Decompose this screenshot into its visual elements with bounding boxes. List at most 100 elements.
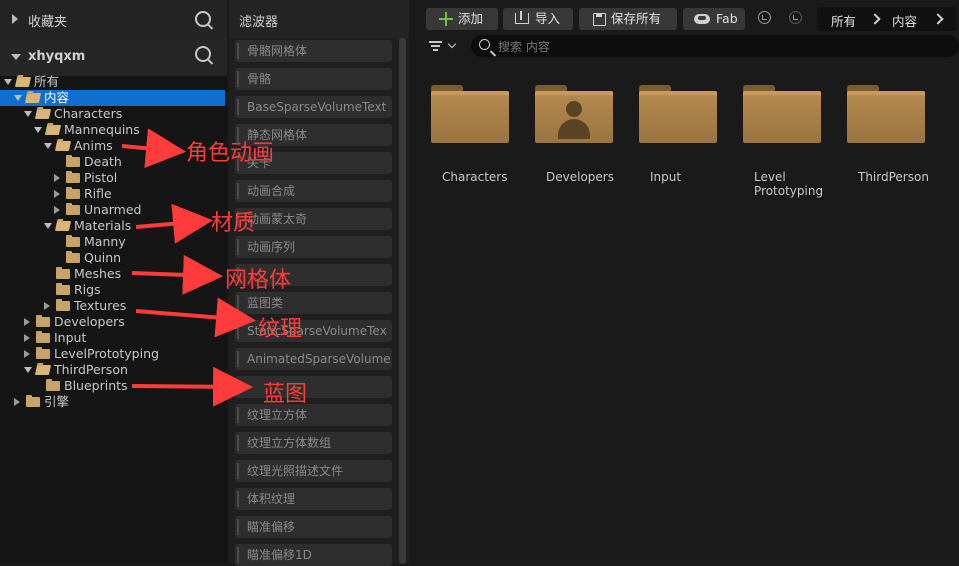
tree-item-label: Blueprints xyxy=(64,378,128,393)
expand-arrow-icon[interactable] xyxy=(24,318,30,326)
filter-item[interactable]: 体积纹理 xyxy=(235,488,392,510)
tree-item-label: Manny xyxy=(84,234,126,249)
fab-button[interactable]: Fab xyxy=(683,8,745,30)
folder-tile[interactable] xyxy=(431,85,509,143)
forward-arrow-icon[interactable] xyxy=(789,11,802,24)
tree-item-label: Death xyxy=(84,154,122,169)
tree-item-label: Input xyxy=(54,330,87,345)
tree-item[interactable]: Meshes xyxy=(0,266,227,282)
collapse-arrow-icon[interactable] xyxy=(44,143,52,149)
tree-item[interactable]: 所有 xyxy=(0,74,227,90)
expand-arrow-icon[interactable] xyxy=(12,14,18,24)
tree-item[interactable]: Characters xyxy=(0,106,227,122)
filter-header: 滤波器 xyxy=(229,0,409,38)
folder-icon xyxy=(24,93,42,103)
tree-item-label: Pistol xyxy=(84,170,118,185)
breadcrumb-item[interactable]: 内容 xyxy=(892,11,917,30)
import-button[interactable]: 导入 xyxy=(503,8,573,30)
tree-item[interactable]: Materials xyxy=(0,218,227,234)
expand-arrow-icon[interactable] xyxy=(24,350,30,358)
folder-icon xyxy=(66,187,80,199)
filter-item[interactable]: 瞄准偏移 xyxy=(235,516,392,538)
filter-item[interactable]: 瞄准偏移1D xyxy=(235,544,392,566)
collapse-arrow-icon[interactable] xyxy=(24,111,32,117)
search-icon[interactable] xyxy=(195,46,211,62)
filter-item[interactable]: 纹理立方体 xyxy=(235,404,392,426)
filter-item[interactable]: AnimatedSparseVolume xyxy=(235,348,392,370)
folder-tile[interactable] xyxy=(639,85,717,143)
tree-item[interactable]: Textures xyxy=(0,298,227,314)
collapse-arrow-icon[interactable] xyxy=(14,95,22,101)
tree-item-label: ThirdPerson xyxy=(54,362,128,377)
folder-icon xyxy=(36,347,50,359)
filter-item[interactable]: 动画序列 xyxy=(235,236,392,258)
back-arrow-icon[interactable] xyxy=(758,11,771,24)
tree-item[interactable]: Input xyxy=(0,330,227,346)
expand-arrow-icon[interactable] xyxy=(24,334,30,342)
add-button[interactable]: 添加 xyxy=(426,8,498,30)
filter-item[interactable]: 纹理立方体数组 xyxy=(235,432,392,454)
tree-item-label: Characters xyxy=(54,106,123,121)
tree-item-label: Materials xyxy=(74,218,132,233)
folder-icon xyxy=(66,251,80,263)
tree-item[interactable]: Manny xyxy=(0,234,227,250)
collapse-arrow-icon[interactable] xyxy=(4,79,12,85)
tree-item-label: Unarmed xyxy=(84,202,142,217)
collapse-arrow-icon[interactable] xyxy=(34,127,42,133)
tree-item-label: Textures xyxy=(74,298,127,313)
save-all-button[interactable]: 保存所有 xyxy=(579,8,677,30)
collapse-arrow-icon[interactable] xyxy=(24,367,32,373)
folder-tile[interactable] xyxy=(535,85,613,143)
filter-item[interactable]: 动画蒙太奇 xyxy=(235,208,392,230)
expand-arrow-icon[interactable] xyxy=(54,174,60,182)
tree-item[interactable]: Blueprints xyxy=(0,378,227,394)
folder-icon xyxy=(36,315,50,327)
filter-icon xyxy=(429,41,442,43)
tree-item[interactable]: Pistol xyxy=(0,170,227,186)
filter-item[interactable]: 骨骼网格体 xyxy=(235,40,392,62)
tree-item[interactable]: 内容 xyxy=(0,90,225,106)
breadcrumb: 所有 内容 xyxy=(817,7,957,31)
filter-item[interactable]: 动画合成 xyxy=(235,180,392,202)
filter-item[interactable]: 纹理光照描述文件 xyxy=(235,460,392,482)
tree-item[interactable]: ThirdPerson xyxy=(0,362,227,378)
search-box[interactable]: 搜索 内容 xyxy=(471,35,959,57)
tree-item[interactable]: 引擎 xyxy=(0,394,227,410)
save-all-label: 保存所有 xyxy=(611,11,662,26)
filter-dropdown[interactable] xyxy=(429,39,461,54)
folder-icon xyxy=(56,283,70,295)
folder-icon xyxy=(14,77,32,87)
collapse-arrow-icon[interactable] xyxy=(11,54,21,60)
tree-item[interactable]: LevelPrototyping xyxy=(0,346,227,362)
folder-icon xyxy=(34,109,52,119)
breadcrumb-item[interactable]: 所有 xyxy=(831,11,856,30)
tree-item[interactable]: Unarmed xyxy=(0,202,227,218)
expand-arrow-icon[interactable] xyxy=(14,398,20,406)
folder-icon xyxy=(66,155,80,167)
folder-tile[interactable] xyxy=(847,85,925,143)
folder-tile[interactable] xyxy=(743,85,821,143)
expand-arrow-icon[interactable] xyxy=(44,302,50,310)
filter-item[interactable] xyxy=(235,376,392,398)
import-label: 导入 xyxy=(535,11,561,26)
tree-item[interactable]: Rigs xyxy=(0,282,227,298)
collapse-arrow-icon[interactable] xyxy=(44,223,52,229)
filter-item[interactable]: 骨骼 xyxy=(235,68,392,90)
folder-icon xyxy=(46,379,60,391)
folder-icon xyxy=(56,267,70,279)
search-icon[interactable] xyxy=(195,11,211,27)
annotation-materials: 材质 xyxy=(211,211,256,236)
expand-arrow-icon[interactable] xyxy=(54,190,60,198)
filter-scrollbar[interactable] xyxy=(399,38,406,564)
search-input[interactable]: 搜索 内容 xyxy=(498,38,550,55)
tree-item[interactable]: Developers xyxy=(0,314,227,330)
favorites-header[interactable]: 收藏夹 xyxy=(0,0,227,38)
folder-tile-label: Input xyxy=(650,170,682,184)
folder-icon xyxy=(66,235,80,247)
tree-item[interactable]: Rifle xyxy=(0,186,227,202)
filter-item[interactable]: BaseSparseVolumeText xyxy=(235,96,392,118)
expand-arrow-icon[interactable] xyxy=(54,206,60,214)
folder-tile-label: Level Prototyping xyxy=(754,170,824,198)
project-header[interactable]: xhyqxm xyxy=(0,38,227,76)
tree-item[interactable]: Quinn xyxy=(0,250,227,266)
